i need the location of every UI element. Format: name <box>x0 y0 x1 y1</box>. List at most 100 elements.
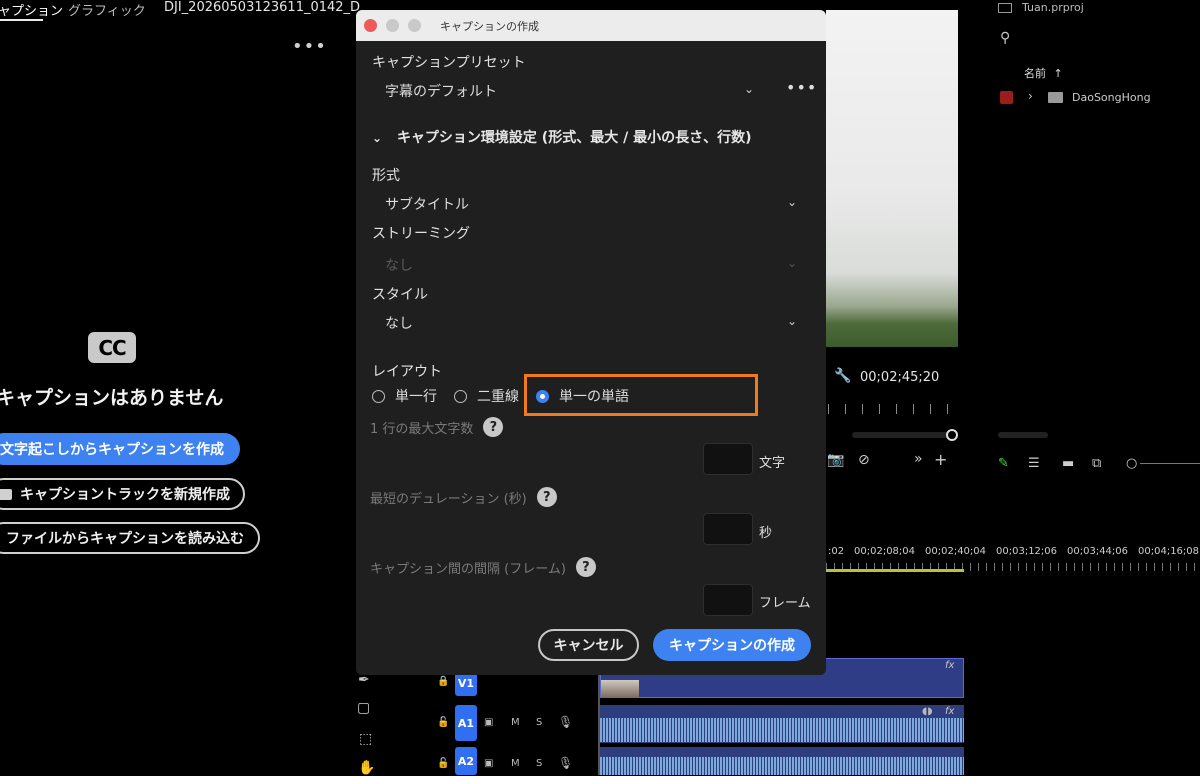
add-button-icon[interactable]: + <box>934 450 947 469</box>
audio-waveform <box>600 757 964 775</box>
min-duration-label-row: 最短のデュレーション (秒) ? <box>370 487 557 507</box>
work-area-bar[interactable] <box>826 569 964 572</box>
type-tool-icon[interactable]: ⬚ <box>359 731 372 747</box>
microphone-icon[interactable]: 🎙 <box>558 715 573 729</box>
monitor-scrub-bar[interactable] <box>852 432 952 438</box>
cancel-button[interactable]: キャンセル <box>538 629 639 661</box>
create-captions-button[interactable]: キャプションの作成 <box>653 629 811 661</box>
minimize-window-button[interactable] <box>386 19 399 32</box>
chevron-down-icon: ⌄ <box>372 131 383 145</box>
gap-frames-label: キャプション間の間隔 (フレーム) <box>370 561 566 577</box>
bin-color-label <box>1000 91 1013 104</box>
help-icon[interactable]: ? <box>483 417 504 437</box>
import-captions-label: ファイルからキャプションを読み込む <box>6 531 244 547</box>
style-value: なし <box>385 316 413 332</box>
min-duration-unit: 秒 <box>759 526 773 541</box>
gap-frames-label-row: キャプション間の間隔 (フレーム) ? <box>370 557 596 577</box>
ruler-label: 00;03;12;06 <box>996 546 1058 557</box>
icon-view-icon[interactable]: ▬ <box>1062 456 1074 471</box>
streaming-label: ストリーミング <box>372 226 470 242</box>
fx-badge: fx <box>945 706 955 717</box>
ruler-label: 00;04;16;08 <box>1138 546 1200 557</box>
list-view-icon[interactable]: ☰ <box>1028 456 1040 471</box>
lock-icon[interactable]: 🔓 <box>437 717 449 728</box>
tab-sequence[interactable]: DJI_20260503123611_0142_D <box>164 0 360 15</box>
freeform-view-icon[interactable]: ⧉ <box>1092 456 1101 471</box>
zoom-slider-knob-icon[interactable]: ○ <box>1126 456 1137 471</box>
chevron-down-icon: ⌄ <box>787 256 798 270</box>
dialog-titlebar[interactable]: キャプションの作成 <box>356 10 826 41</box>
help-icon[interactable]: ? <box>536 487 557 507</box>
preset-label: キャプションプリセット <box>372 55 526 71</box>
lock-icon[interactable]: 🔓 <box>437 758 449 769</box>
playhead-handle[interactable] <box>946 429 958 441</box>
max-chars-label: 1 行の最大文字数 <box>370 421 474 437</box>
help-icon[interactable]: ? <box>575 557 596 577</box>
more-controls-icon[interactable]: » <box>914 451 923 467</box>
rectangle-tool-icon[interactable]: ▢ <box>357 700 370 716</box>
track-target-a1[interactable]: A1 <box>455 705 477 741</box>
highlight-annotation <box>524 374 758 416</box>
track-target-a2[interactable]: A2 <box>455 747 477 775</box>
cc-icon: CC <box>88 332 136 363</box>
audio-keyframe-icon: ◖◗ <box>922 706 933 717</box>
mute-button[interactable]: M <box>511 717 520 728</box>
tab-captions[interactable]: ャプション <box>0 0 63 19</box>
hand-tool-icon[interactable]: ✋ <box>358 760 375 776</box>
bin-name[interactable]: DaoSongHong <box>1072 91 1151 104</box>
more-options-icon[interactable]: ••• <box>292 36 327 57</box>
style-label: スタイル <box>372 287 428 303</box>
chevron-down-icon: ⌄ <box>787 314 798 328</box>
create-captions-dialog: キャプションの作成 キャプションプリセット 字幕のデフォルト ⌄ ••• ⌄ キ… <box>356 10 826 675</box>
dialog-title: キャプションの作成 <box>440 20 539 33</box>
sync-lock-icon[interactable]: ▣ <box>484 717 493 728</box>
pen-icon[interactable]: ✎ <box>998 456 1009 471</box>
zoom-slider-track[interactable] <box>1140 463 1200 464</box>
settings-section-label: キャプション環境設定 (形式、最大 / 最小の長さ、行数) <box>396 130 752 146</box>
folder-icon <box>1048 92 1063 103</box>
import-captions-button[interactable]: ファイルからキャプションを読み込む <box>0 522 260 554</box>
mute-button[interactable]: M <box>511 758 520 769</box>
project-file-icon <box>998 3 1012 13</box>
preset-more-icon[interactable]: ••• <box>786 78 817 97</box>
layout-option-double-line[interactable]: 二重線 <box>454 386 519 406</box>
layout-option-single-line[interactable]: 単一行 <box>372 386 437 406</box>
new-caption-track-button[interactable]: キャプショントラックを新規作成 <box>0 478 245 510</box>
preset-select[interactable]: 字幕のデフォルト ⌄ <box>372 80 762 102</box>
layout-option-label: 単一行 <box>395 389 437 405</box>
close-window-button[interactable] <box>364 19 377 32</box>
caption-settings-toggle[interactable]: ⌄ キャプション環境設定 (形式、最大 / 最小の長さ、行数) <box>372 127 751 147</box>
sync-lock-icon[interactable]: ▣ <box>484 758 493 769</box>
layout-label: レイアウト <box>372 364 442 380</box>
wrench-icon[interactable]: 🔧 <box>834 368 851 384</box>
microphone-icon[interactable]: 🎙 <box>558 756 573 770</box>
style-select[interactable]: なし ⌄ <box>372 312 804 334</box>
solo-button[interactable]: S <box>536 717 542 728</box>
lock-icon[interactable]: 🔒 <box>437 676 449 687</box>
vr-toggle-icon[interactable]: ⊘ <box>858 452 870 468</box>
layout-option-label: 二重線 <box>477 389 519 405</box>
maximize-window-button[interactable] <box>408 19 421 32</box>
tab-graphics[interactable]: グラフィック <box>68 0 146 19</box>
format-value: サブタイトル <box>385 197 469 213</box>
format-select[interactable]: サブタイトル ⌄ <box>372 193 804 215</box>
fx-badge: fx <box>945 660 955 671</box>
ruler-label: :02 <box>828 546 845 557</box>
active-tab-underline <box>0 19 43 21</box>
clip-thumbnail <box>601 680 639 698</box>
camera-icon[interactable]: 📷 <box>827 452 844 468</box>
create-from-transcript-button[interactable]: 文字起こしからキャプションを作成 <box>0 433 240 465</box>
solo-button[interactable]: S <box>536 758 542 769</box>
name-column-label: 名前 <box>1024 67 1046 80</box>
radio-unchecked-icon <box>454 389 467 403</box>
streaming-value: なし <box>385 258 413 274</box>
format-label: 形式 <box>372 168 400 184</box>
max-chars-input <box>703 443 753 475</box>
program-monitor-video <box>826 10 958 347</box>
name-column-header[interactable]: 名前 ↑ <box>1024 65 1063 81</box>
playhead-timecode[interactable]: 00;02;45;20 <box>860 370 939 385</box>
ruler-label: 00;02;40;04 <box>925 546 987 557</box>
project-scroll-bar[interactable] <box>998 432 1048 438</box>
chevron-right-icon[interactable]: › <box>1028 89 1033 103</box>
search-icon[interactable]: ⚲ <box>1000 30 1010 46</box>
